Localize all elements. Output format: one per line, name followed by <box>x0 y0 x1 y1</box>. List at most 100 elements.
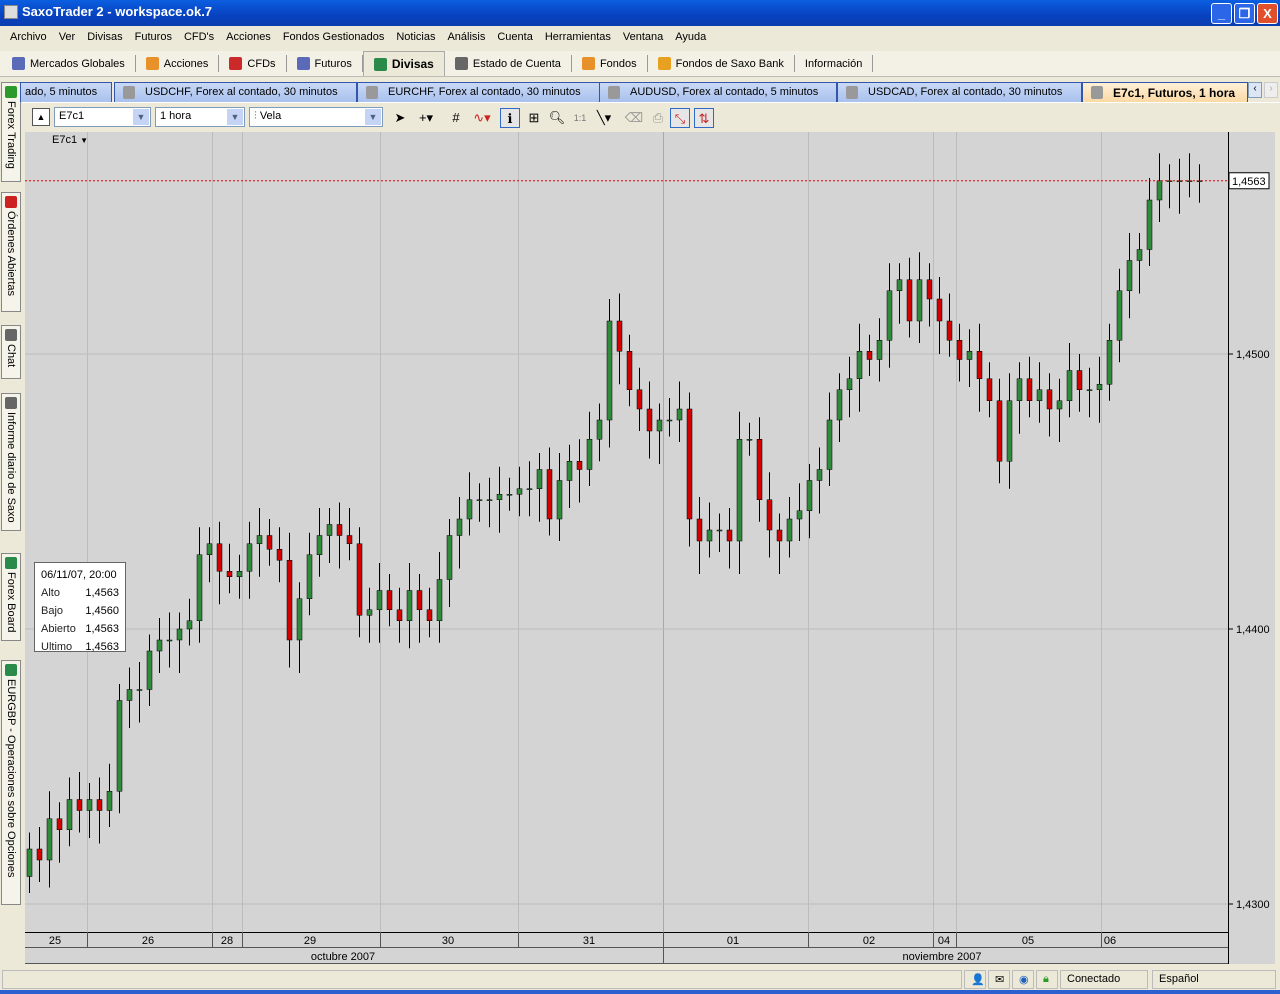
maximize-button[interactable]: ❐ <box>1234 3 1255 24</box>
lock-icon[interactable]: 🔒︎ <box>1036 970 1058 989</box>
menu-cfd-s[interactable]: CFD's <box>178 31 220 50</box>
candle <box>126 689 133 701</box>
add-study-icon[interactable]: ⊞ <box>524 108 544 128</box>
candle <box>286 560 293 641</box>
nav-cfds[interactable]: CFDs <box>219 55 287 72</box>
chart-tab-4[interactable]: USDCAD, Forex al contado, 30 minutos <box>837 82 1082 102</box>
candle <box>206 543 213 555</box>
candle <box>496 494 503 500</box>
trade-arrows-icon[interactable]: ⤡ <box>670 108 690 128</box>
nav-estado-de-cuenta[interactable]: Estado de Cuenta <box>445 55 572 72</box>
side-tab-0[interactable]: Forex Trading <box>1 82 21 182</box>
menu-divisas[interactable]: Divisas <box>81 31 128 50</box>
menu-futuros[interactable]: Futuros <box>129 31 178 50</box>
day-label: 28 <box>221 935 233 947</box>
chart-tab-2[interactable]: EURCHF, Forex al contado, 30 minutos <box>357 82 600 102</box>
candle <box>626 351 633 390</box>
side-tab-3[interactable]: Informe diario de Saxo <box>1 393 21 531</box>
info-row-bajo: Bajo 1,4560 <box>41 602 119 620</box>
side-tab-2[interactable]: Chat <box>1 325 21 379</box>
nav-divisas[interactable]: Divisas <box>362 51 445 76</box>
reset-zoom-icon[interactable]: 1:1 <box>570 108 590 128</box>
price-chart[interactable]: 1,4500 1,4400 1,4300 1,4563 25 26 28 29 30 31 01 02… <box>25 132 1275 964</box>
candle <box>736 439 743 542</box>
interval-select[interactable]: 1 hora ▼ <box>155 107 245 127</box>
chart-tab-3[interactable]: AUDUSD, Forex al contado, 5 minutos <box>599 82 837 102</box>
candle <box>516 488 523 495</box>
info-icon[interactable]: ℹ <box>500 108 520 128</box>
chart-tab-label: USDCAD, Forex al contado, 30 minutos <box>868 86 1063 98</box>
candle <box>766 499 773 531</box>
symbol-select[interactable]: E7c1 ▼ <box>54 107 151 127</box>
nav-fondos[interactable]: Fondos <box>572 55 648 72</box>
line-tool-icon[interactable]: ╲▾ <box>594 108 614 128</box>
menu-ver[interactable]: Ver <box>53 31 82 50</box>
chart-canvas[interactable]: 1,4500 1,4400 1,4300 1,4563 25 26 28 29 30 31 01 02… <box>25 132 1275 964</box>
nav-label: Fondos <box>599 57 637 70</box>
eraser-icon[interactable]: ⌫ <box>624 108 644 128</box>
collapse-button[interactable]: ▲ <box>32 108 50 126</box>
nav-informaci-n[interactable]: Información <box>795 55 874 72</box>
menu-an-lisis[interactable]: Análisis <box>441 31 491 50</box>
candle <box>886 290 893 341</box>
indicator-icon[interactable]: ∿▾ <box>472 108 492 128</box>
menu-noticias[interactable]: Noticias <box>390 31 441 50</box>
acciones-icon <box>145 57 159 70</box>
candle <box>556 480 563 520</box>
language-status[interactable]: Español <box>1152 970 1276 989</box>
side-tab-5[interactable]: EURGBP - Operaciones sobre Opciones Fore… <box>1 660 21 905</box>
nav-futuros[interactable]: Futuros <box>287 55 363 72</box>
chart-type-select[interactable]: ⫶ Vela ▼ <box>249 107 383 127</box>
side-tab-1[interactable]: Órdenes Abiertas <box>1 192 21 312</box>
chat-user-icon[interactable]: 👤 <box>964 970 986 989</box>
chart-tab-5[interactable]: E7c1, Futuros, 1 hora <box>1082 82 1248 102</box>
day-label: 30 <box>442 935 454 947</box>
candle <box>866 351 873 360</box>
day-label: 26 <box>142 935 154 947</box>
candle <box>826 419 833 470</box>
price-axis[interactable] <box>1228 132 1275 964</box>
info-value: 1,4560 <box>85 605 119 617</box>
chart-tab-1[interactable]: USDCHF, Forex al contado, 30 minutos <box>114 82 357 102</box>
candle <box>616 320 623 352</box>
nav-fondos-de-saxo-bank[interactable]: Fondos de Saxo Bank <box>648 55 795 72</box>
chart-icon <box>846 86 858 99</box>
close-button[interactable]: X <box>1257 3 1278 24</box>
grid-icon[interactable]: # <box>446 108 466 128</box>
mail-icon[interactable]: ✉ <box>988 970 1010 989</box>
window-title: SaxoTrader 2 - workspace.ok.7 <box>22 4 213 19</box>
nav-mercados-globales[interactable]: Mercados Globales <box>0 55 136 72</box>
connection-status: Conectado <box>1060 970 1148 989</box>
orders-icon[interactable]: ⇅ <box>694 108 714 128</box>
print-icon[interactable]: ⎙ <box>648 108 668 128</box>
candle <box>786 518 793 542</box>
tabs-scroll-left[interactable]: ‹ <box>1248 82 1262 98</box>
candle <box>1066 370 1073 401</box>
chart-tab-0[interactable]: ado, 5 minutos <box>20 82 112 102</box>
minimize-button[interactable]: _ <box>1211 3 1232 24</box>
pointer-icon[interactable]: ➤ <box>390 108 410 128</box>
crosshair-icon[interactable]: +▾ <box>416 108 436 128</box>
cfd-icon <box>229 57 243 70</box>
menu-fondos-gestionados[interactable]: Fondos Gestionados <box>277 31 391 50</box>
plot-area[interactable] <box>25 132 1228 932</box>
menu-acciones[interactable]: Acciones <box>220 31 277 50</box>
side-tab-4[interactable]: Forex Board <box>1 553 21 641</box>
candle <box>1006 400 1013 462</box>
menu-archivo[interactable]: Archivo <box>4 31 53 50</box>
symbol-value: E7c1 <box>59 110 85 122</box>
zoom-icon[interactable]: 🔍︎ <box>547 108 567 128</box>
chart-symbol-label[interactable]: E7c1 ▼ <box>52 134 88 146</box>
candle <box>936 298 943 322</box>
network-icon[interactable]: ◉ <box>1012 970 1034 989</box>
menu-ventana[interactable]: Ventana <box>617 31 669 50</box>
nav-acciones[interactable]: Acciones <box>136 55 220 72</box>
tabs-scroll-right[interactable]: › <box>1264 82 1278 98</box>
chart-icon <box>608 86 620 99</box>
menu-cuenta[interactable]: Cuenta <box>491 31 538 50</box>
side-tab-label: Forex Board <box>5 572 17 633</box>
chart-toolbar: ▲ E7c1 ▼ 1 hora ▼ ⫶ Vela ▼ ➤ +▾ # ∿▾ ℹ ⊞ 🔍︎… <box>22 102 1280 130</box>
menu-herramientas[interactable]: Herramientas <box>539 31 617 50</box>
menu-ayuda[interactable]: Ayuda <box>669 31 712 50</box>
candle <box>546 469 553 520</box>
